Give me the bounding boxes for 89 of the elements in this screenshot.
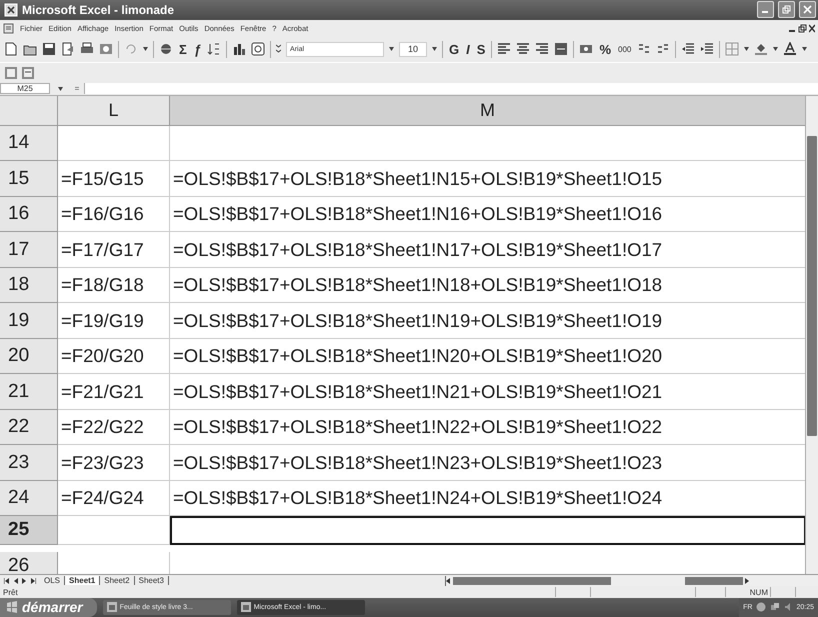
table-cell: =F24/G24 bbox=[58, 480, 170, 516]
font-color-icon[interactable] bbox=[783, 42, 798, 56]
toolbar-button[interactable]: % bbox=[598, 42, 612, 57]
dropdown-arrow-icon[interactable] bbox=[389, 47, 394, 52]
font-size-field[interactable]: 10 bbox=[399, 42, 428, 57]
sheet-tab[interactable]: Sheet3 bbox=[134, 576, 169, 586]
active-cell[interactable] bbox=[170, 516, 806, 546]
scroll-right-icon[interactable] bbox=[745, 578, 750, 584]
next-sheet-icon[interactable] bbox=[22, 578, 27, 584]
table-cell: =F16/G16 bbox=[58, 196, 170, 232]
document-icon[interactable] bbox=[21, 66, 35, 80]
new-document-icon[interactable] bbox=[4, 42, 18, 56]
row-header[interactable]: 23 bbox=[0, 445, 58, 481]
table-cell: =F23/G23 bbox=[58, 445, 170, 481]
toolbar-button[interactable]: 000 bbox=[617, 44, 632, 54]
align-center-icon[interactable] bbox=[516, 42, 530, 56]
formula-input[interactable] bbox=[84, 83, 818, 94]
first-sheet-icon[interactable] bbox=[4, 578, 9, 584]
overflow-icon[interactable] bbox=[276, 44, 282, 54]
dropdown-arrow-icon[interactable] bbox=[432, 47, 438, 52]
close-button[interactable] bbox=[799, 1, 816, 18]
dropdown-arrow-icon[interactable] bbox=[773, 47, 778, 52]
table-cell: =F19/G19 bbox=[58, 303, 170, 339]
restore-button[interactable] bbox=[778, 1, 795, 18]
align-left-icon[interactable] bbox=[497, 42, 512, 56]
row-header[interactable]: 18 bbox=[0, 268, 58, 304]
tray-icon[interactable] bbox=[756, 602, 766, 612]
help-icon[interactable] bbox=[251, 42, 266, 56]
row-header[interactable]: 26 bbox=[0, 552, 58, 574]
window-icon[interactable] bbox=[240, 602, 251, 612]
row-header[interactable]: 21 bbox=[0, 374, 58, 410]
status-indicator: NUM bbox=[725, 587, 770, 597]
globe-icon[interactable] bbox=[159, 42, 173, 56]
dropdown-arrow-icon[interactable] bbox=[802, 47, 808, 52]
last-sheet-icon[interactable] bbox=[31, 578, 36, 584]
network-icon[interactable] bbox=[770, 602, 780, 612]
print-preview-icon[interactable] bbox=[99, 42, 113, 56]
toolbar-button[interactable]: Σ bbox=[178, 42, 188, 57]
document-icon[interactable] bbox=[61, 42, 75, 56]
sheet-tab[interactable]: Sheet1 bbox=[65, 576, 100, 586]
windows-logo-icon[interactable] bbox=[6, 601, 18, 614]
close-icon bbox=[803, 5, 812, 14]
window-icon[interactable] bbox=[106, 602, 117, 612]
column-header[interactable]: L bbox=[58, 96, 170, 126]
table-cell: =F22/G22 bbox=[58, 410, 170, 446]
column-header[interactable]: M bbox=[170, 96, 806, 126]
scroll-left-icon[interactable] bbox=[446, 578, 451, 584]
chart-icon[interactable] bbox=[232, 42, 246, 56]
sheet-tab[interactable]: Sheet2 bbox=[100, 576, 135, 586]
start-button[interactable]: démarrer bbox=[0, 598, 97, 617]
row-header[interactable]: 24 bbox=[0, 480, 58, 516]
dropdown-arrow-icon[interactable] bbox=[143, 47, 148, 52]
toolbar-button[interactable]: ƒ bbox=[192, 42, 202, 57]
row-header[interactable]: 22 bbox=[0, 410, 58, 446]
dropdown-arrow-icon[interactable] bbox=[744, 47, 750, 52]
sort-icon[interactable] bbox=[207, 42, 222, 56]
minimize-button[interactable] bbox=[757, 1, 774, 18]
toolbar-button[interactable]: I bbox=[465, 42, 471, 57]
fill-color-icon[interactable] bbox=[754, 42, 768, 56]
row-header[interactable]: 15 bbox=[0, 161, 58, 197]
row-header[interactable]: 14 bbox=[0, 126, 58, 162]
window-title: Microsoft Excel - limonade bbox=[22, 2, 176, 17]
table-cell: =F20/G20 bbox=[58, 338, 170, 374]
formula-equals-sign: = bbox=[74, 84, 80, 94]
row-header[interactable]: 25 bbox=[0, 516, 58, 546]
row-header[interactable]: 17 bbox=[0, 232, 58, 268]
toolbar-button[interactable]: G bbox=[448, 42, 460, 57]
increase-indent-icon[interactable] bbox=[700, 42, 714, 56]
save-icon[interactable] bbox=[42, 42, 56, 56]
table-cell: =F17/G17 bbox=[58, 232, 170, 268]
row-header[interactable]: 16 bbox=[0, 196, 58, 232]
table-cell: =F18/G18 bbox=[58, 268, 170, 304]
table-cell: =F21/G21 bbox=[58, 374, 170, 410]
vertical-scrollbar[interactable] bbox=[805, 96, 818, 574]
toolbar-button[interactable]: S bbox=[476, 42, 486, 57]
volume-icon[interactable] bbox=[784, 602, 792, 612]
row-header[interactable]: 19 bbox=[0, 303, 58, 339]
name-box[interactable]: M25 bbox=[0, 83, 50, 94]
previous-sheet-icon[interactable] bbox=[13, 578, 18, 584]
merge-cells-icon[interactable] bbox=[554, 42, 568, 56]
close-icon[interactable] bbox=[809, 24, 815, 33]
align-right-icon[interactable] bbox=[535, 42, 550, 56]
excel-icon[interactable] bbox=[4, 2, 18, 17]
status-text: Prêt bbox=[3, 588, 19, 596]
row-header[interactable]: 20 bbox=[0, 338, 58, 374]
decrease-indent-icon[interactable] bbox=[681, 42, 696, 56]
table-cell: =F15/G15 bbox=[58, 161, 170, 197]
dropdown-arrow-icon[interactable] bbox=[58, 86, 62, 91]
document-icon[interactable] bbox=[3, 22, 14, 34]
